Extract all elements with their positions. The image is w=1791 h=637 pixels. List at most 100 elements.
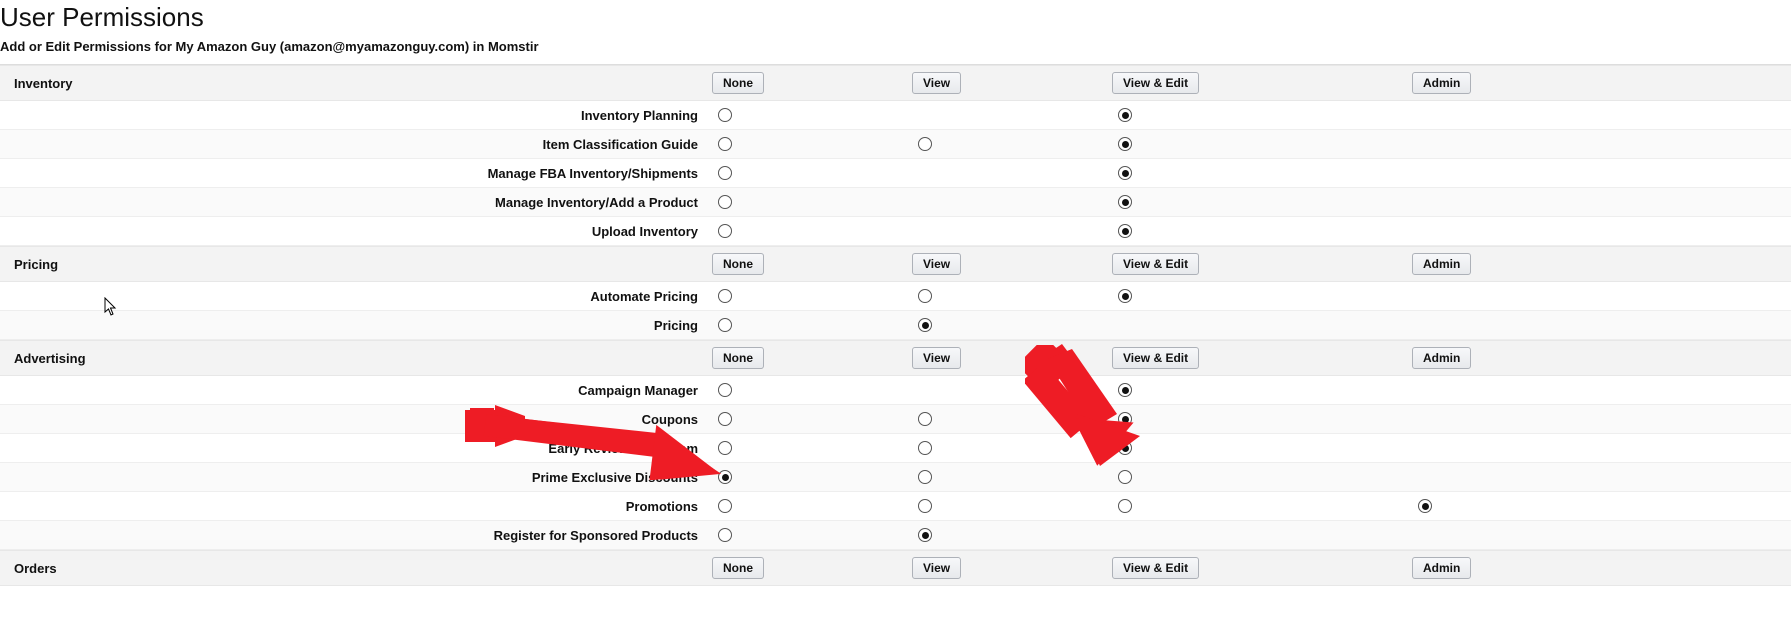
none-button[interactable]: None — [712, 253, 764, 275]
radio-icon[interactable] — [1118, 166, 1132, 180]
radio-icon[interactable] — [1118, 108, 1132, 122]
none-button[interactable]: None — [712, 557, 764, 579]
radio-view_edit[interactable] — [1112, 195, 1412, 209]
radio-icon[interactable] — [918, 499, 932, 513]
radio-view_edit[interactable] — [1112, 166, 1412, 180]
none-button[interactable]: None — [712, 347, 764, 369]
radio-icon[interactable] — [718, 289, 732, 303]
permission-label: Manage Inventory/Add a Product — [0, 195, 712, 210]
radio-none[interactable] — [712, 108, 912, 122]
view-button[interactable]: View — [912, 253, 961, 275]
radio-none[interactable] — [712, 528, 912, 542]
view_edit-button[interactable]: View & Edit — [1112, 253, 1199, 275]
radio-icon[interactable] — [718, 528, 732, 542]
permission-row: Manage Inventory/Add a Product — [0, 188, 1791, 217]
none-button[interactable]: None — [712, 72, 764, 94]
radio-icon[interactable] — [918, 318, 932, 332]
radio-icon[interactable] — [718, 166, 732, 180]
radio-view_edit[interactable] — [1112, 412, 1412, 426]
radio-view[interactable] — [912, 499, 1112, 513]
permission-label: Coupons — [0, 412, 712, 427]
view-button[interactable]: View — [912, 72, 961, 94]
radio-icon[interactable] — [918, 528, 932, 542]
radio-none[interactable] — [712, 137, 912, 151]
permission-label: Early Reviewer Program — [0, 441, 712, 456]
radio-icon[interactable] — [718, 383, 732, 397]
radio-icon[interactable] — [718, 412, 732, 426]
radio-view[interactable] — [912, 470, 1112, 484]
radio-icon[interactable] — [918, 412, 932, 426]
radio-view[interactable] — [912, 528, 1112, 542]
radio-view_edit[interactable] — [1112, 441, 1412, 455]
radio-none[interactable] — [712, 470, 912, 484]
radio-icon[interactable] — [1118, 470, 1132, 484]
radio-icon[interactable] — [718, 108, 732, 122]
radio-view_edit[interactable] — [1112, 224, 1412, 238]
view_edit-button[interactable]: View & Edit — [1112, 347, 1199, 369]
radio-none[interactable] — [712, 499, 912, 513]
radio-none[interactable] — [712, 195, 912, 209]
radio-icon[interactable] — [1118, 195, 1132, 209]
radio-admin[interactable] — [1412, 499, 1791, 513]
radio-none[interactable] — [712, 166, 912, 180]
admin-button[interactable]: Admin — [1412, 347, 1471, 369]
radio-icon[interactable] — [918, 470, 932, 484]
radio-icon[interactable] — [918, 441, 932, 455]
radio-icon[interactable] — [1118, 224, 1132, 238]
radio-view_edit[interactable] — [1112, 470, 1412, 484]
page-subtitle: Add or Edit Permissions for My Amazon Gu… — [0, 35, 1791, 65]
radio-view[interactable] — [912, 318, 1112, 332]
radio-icon[interactable] — [1118, 289, 1132, 303]
permission-row: Campaign Manager — [0, 376, 1791, 405]
header-col-view_edit: View & Edit — [1112, 347, 1412, 369]
radio-view[interactable] — [912, 289, 1112, 303]
permission-row: Manage FBA Inventory/Shipments — [0, 159, 1791, 188]
permission-label: Register for Sponsored Products — [0, 528, 712, 543]
view_edit-button[interactable]: View & Edit — [1112, 557, 1199, 579]
radio-none[interactable] — [712, 318, 912, 332]
radio-icon[interactable] — [918, 289, 932, 303]
section-name: Inventory — [0, 76, 712, 91]
radio-admin — [1412, 289, 1791, 303]
view_edit-button[interactable]: View & Edit — [1112, 72, 1199, 94]
radio-icon[interactable] — [1418, 499, 1432, 513]
radio-icon[interactable] — [718, 441, 732, 455]
radio-icon[interactable] — [918, 137, 932, 151]
radio-none[interactable] — [712, 289, 912, 303]
radio-view_edit[interactable] — [1112, 289, 1412, 303]
radio-icon[interactable] — [718, 224, 732, 238]
radio-icon[interactable] — [718, 137, 732, 151]
radio-view[interactable] — [912, 412, 1112, 426]
radio-view[interactable] — [912, 441, 1112, 455]
permission-row: Inventory Planning — [0, 101, 1791, 130]
radio-view_edit[interactable] — [1112, 108, 1412, 122]
admin-button[interactable]: Admin — [1412, 72, 1471, 94]
radio-none[interactable] — [712, 383, 912, 397]
radio-view_edit[interactable] — [1112, 499, 1412, 513]
radio-dot-icon — [1422, 503, 1429, 510]
permission-label: Upload Inventory — [0, 224, 712, 239]
header-col-admin: Admin — [1412, 253, 1791, 275]
radio-dot-icon — [1122, 387, 1129, 394]
radio-icon[interactable] — [1118, 137, 1132, 151]
radio-dot-icon — [722, 474, 729, 481]
view-button[interactable]: View — [912, 557, 961, 579]
radio-icon[interactable] — [1118, 441, 1132, 455]
radio-view_edit — [1112, 318, 1412, 332]
radio-icon[interactable] — [1118, 383, 1132, 397]
radio-icon[interactable] — [1118, 412, 1132, 426]
radio-view_edit[interactable] — [1112, 383, 1412, 397]
radio-icon[interactable] — [718, 499, 732, 513]
radio-icon[interactable] — [1118, 499, 1132, 513]
radio-view_edit[interactable] — [1112, 137, 1412, 151]
radio-icon[interactable] — [718, 470, 732, 484]
radio-icon[interactable] — [718, 195, 732, 209]
view-button[interactable]: View — [912, 347, 961, 369]
radio-none[interactable] — [712, 224, 912, 238]
radio-none[interactable] — [712, 412, 912, 426]
admin-button[interactable]: Admin — [1412, 557, 1471, 579]
admin-button[interactable]: Admin — [1412, 253, 1471, 275]
radio-icon[interactable] — [718, 318, 732, 332]
radio-view[interactable] — [912, 137, 1112, 151]
radio-none[interactable] — [712, 441, 912, 455]
